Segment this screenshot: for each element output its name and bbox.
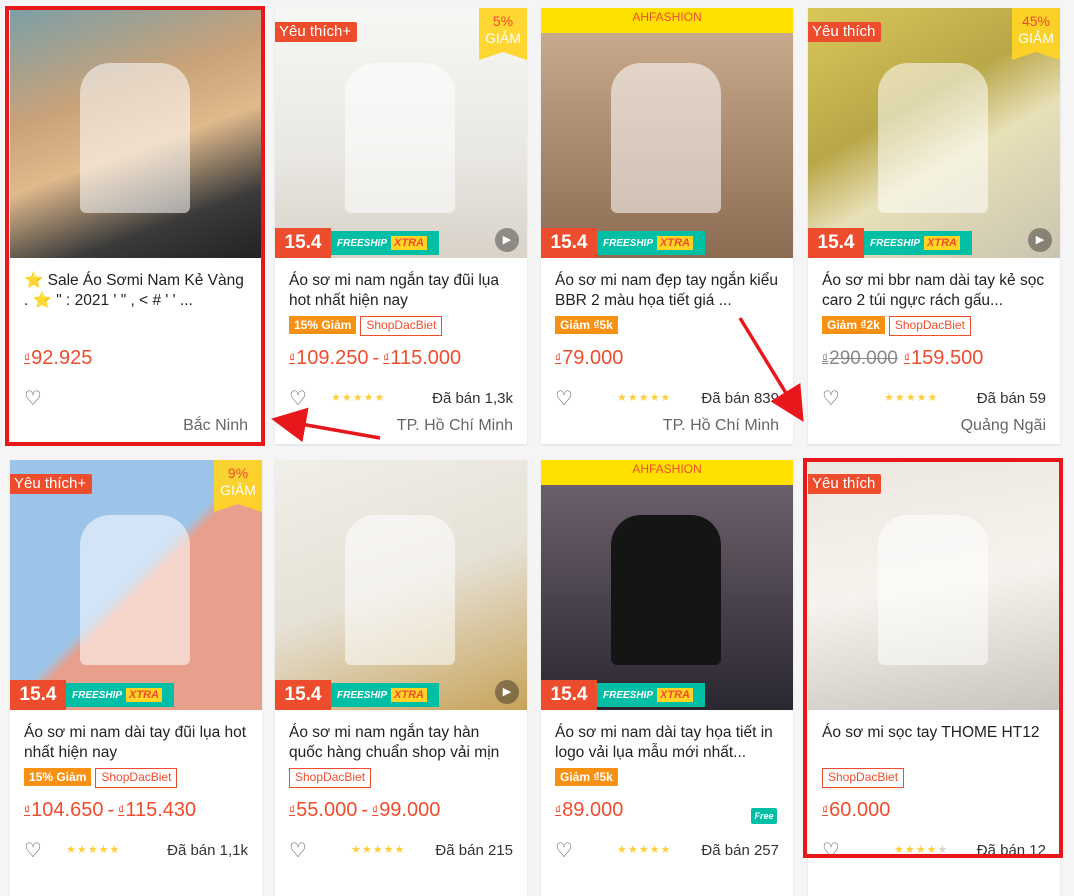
- annotation-arrows: [271, 317, 804, 443]
- arrow-left: [271, 407, 381, 443]
- arrow-down: [738, 317, 804, 422]
